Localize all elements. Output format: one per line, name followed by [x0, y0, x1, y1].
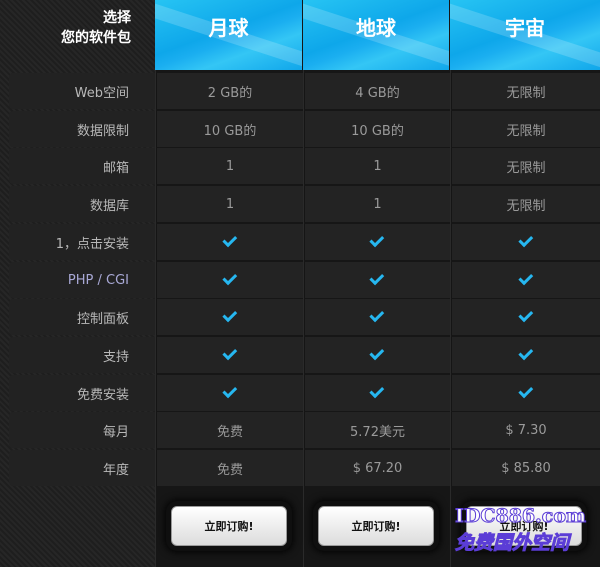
- table-cell: 1: [304, 148, 450, 184]
- table-cell: 无限制: [451, 73, 600, 109]
- table-title-line1: 选择: [103, 10, 131, 26]
- row-label: 年度: [9, 450, 155, 486]
- plan-name: 月球: [208, 15, 249, 40]
- table-title-line2: 您的软件包: [61, 30, 131, 46]
- checkmark-icon: [369, 270, 385, 286]
- table-cell: [156, 299, 303, 335]
- table-cell: [451, 375, 600, 411]
- table-cell: $ 7.30: [451, 412, 600, 448]
- checkmark-icon: [517, 383, 533, 399]
- order-button-earth[interactable]: 立即订购!: [318, 506, 434, 546]
- table-title: 选择 您的软件包: [0, 0, 155, 70]
- row-label: 数据库: [9, 186, 155, 222]
- table-cell: 无限制: [451, 111, 600, 147]
- checkmark-icon: [517, 345, 533, 361]
- checkmark-icon: [369, 383, 385, 399]
- row-label: 数据限制: [9, 111, 155, 147]
- checkmark-icon: [517, 307, 533, 323]
- row-label: Web空间: [9, 73, 155, 109]
- table-cell: [304, 375, 450, 411]
- table-cell: [451, 337, 600, 373]
- row-label: 免费安装: [9, 375, 155, 411]
- table-cell: $ 85.80: [451, 450, 600, 486]
- table-cell: [304, 224, 450, 260]
- row-label: 支持: [9, 337, 155, 373]
- order-button-moon[interactable]: 立即订购!: [171, 506, 287, 546]
- row-label: 邮箱: [9, 148, 155, 184]
- table-cell: 5.72美元: [304, 412, 450, 448]
- table-cell: 4 GB的: [304, 73, 450, 109]
- table-cell: 免费: [156, 450, 303, 486]
- checkmark-icon: [221, 270, 237, 286]
- watermark-slogan: 免费国外空间: [454, 532, 570, 555]
- table-cell: 1: [156, 186, 303, 222]
- table-cell: 1: [304, 186, 450, 222]
- checkmark-icon: [221, 345, 237, 361]
- table-cell: 1: [156, 148, 303, 184]
- checkmark-icon: [221, 307, 237, 323]
- table-cell: 2 GB的: [156, 73, 303, 109]
- plan-header-universe: 宇宙: [450, 0, 600, 70]
- table-cell: [304, 299, 450, 335]
- checkmark-icon: [517, 232, 533, 248]
- checkmark-icon: [221, 383, 237, 399]
- row-label: 1，点击安装: [9, 224, 155, 260]
- plan-header-earth: 地球: [303, 0, 449, 70]
- checkmark-icon: [369, 232, 385, 248]
- table-cell: $ 67.20: [304, 450, 450, 486]
- table-cell: 10 GB的: [156, 111, 303, 147]
- table-cell: 10 GB的: [304, 111, 450, 147]
- checkmark-icon: [221, 232, 237, 248]
- table-cell: [304, 262, 450, 298]
- table-cell: [156, 224, 303, 260]
- checkmark-icon: [369, 345, 385, 361]
- table-cell: [156, 262, 303, 298]
- plan-header-moon: 月球: [155, 0, 302, 70]
- table-cell: 免费: [156, 412, 303, 448]
- table-cell: 无限制: [451, 148, 600, 184]
- table-cell: [451, 262, 600, 298]
- plan-name: 宇宙: [505, 15, 545, 40]
- row-label: 每月: [9, 412, 155, 448]
- row-label: PHP / CGI: [9, 262, 155, 298]
- plan-name: 地球: [356, 15, 396, 40]
- table-cell: [156, 375, 303, 411]
- watermark-domain: IDC886.com: [454, 505, 587, 528]
- checkmark-icon: [517, 270, 533, 286]
- table-cell: 无限制: [451, 186, 600, 222]
- row-label: 控制面板: [9, 299, 155, 335]
- checkmark-icon: [369, 307, 385, 323]
- table-cell: [451, 224, 600, 260]
- table-cell: [156, 337, 303, 373]
- table-cell: [304, 337, 450, 373]
- table-cell: [451, 299, 600, 335]
